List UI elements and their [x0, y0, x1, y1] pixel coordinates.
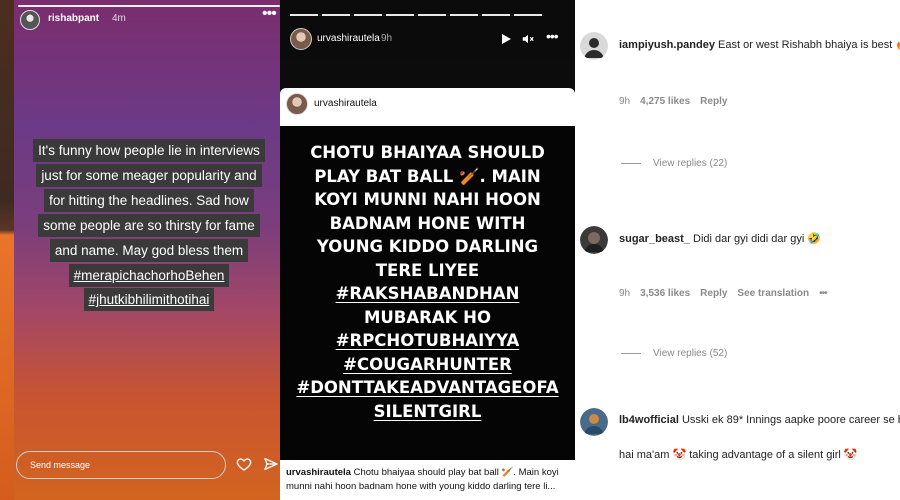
comment-meta: 9h 3,536 likes Reply See translation •••	[619, 288, 828, 299]
like-count[interactable]: 3,536 likes	[640, 288, 690, 299]
more-options-icon[interactable]: •••	[546, 29, 559, 43]
story-username[interactable]: rishabpant	[48, 13, 99, 24]
like-count[interactable]: 4,275 likes	[640, 96, 690, 107]
comment-body: East or west Rishabh bhaiya is best 🔥	[718, 39, 900, 51]
view-replies-label: View replies (22)	[653, 158, 728, 169]
view-replies-button[interactable]: View replies (22)	[621, 158, 727, 169]
post-hashtag[interactable]: #DONTTAKEADVANTAGEOFA	[280, 376, 575, 400]
view-replies-label: View replies (52)	[653, 348, 728, 359]
avatar	[286, 93, 308, 115]
story-line: just for some meager popularity and	[36, 164, 262, 187]
comment-text-continued: hai ma'am 🤡 taking advantage of a silent…	[619, 449, 858, 461]
comment-username[interactable]: lb4wofficial	[619, 414, 679, 426]
comment-text: sugar_beast_ Didi dar gyi didi dar gyi 🤣	[619, 232, 821, 245]
comment-text: lb4wofficial Usski ek 89* Innings aapke …	[619, 414, 900, 426]
play-icon[interactable]	[500, 33, 512, 45]
comment-time: 9h	[619, 96, 631, 107]
more-options-icon[interactable]: •••	[819, 288, 827, 299]
screenshot-collage: rishabpant 4m ••• It's funny how people …	[0, 0, 900, 500]
more-options-icon[interactable]: •••	[262, 6, 277, 22]
avatar[interactable]	[290, 28, 312, 50]
avatar[interactable]	[580, 408, 608, 436]
caption-username[interactable]: urvashirautela	[286, 467, 351, 478]
shared-post-card[interactable]: urvashirautela	[280, 88, 575, 126]
post-line: KOYI MUNNI NAHI HOON	[314, 190, 541, 209]
story-progress-bars	[290, 14, 542, 16]
story-line: for hitting the headlines. Sad how	[44, 189, 254, 212]
post-line: CHOTU BHAIYAA SHOULD	[310, 143, 545, 162]
post-hashtag[interactable]: #RPCHOTUBHAIYYA	[280, 329, 575, 353]
post-caption: urvashirautela Chotu bhaiyaa should play…	[280, 460, 575, 500]
comment-body: Usski ek 89* Innings aapke poore career …	[681, 414, 900, 426]
story-line: some people are so thirsty for fame	[38, 214, 260, 237]
caption-text: Chotu bhaiyaa should play bat ball 🏏. Ma…	[353, 467, 559, 478]
comment-text: iampiyush.pandey East or west Rishabh bh…	[619, 38, 900, 51]
story-text: It's funny how people lie in interviews …	[14, 138, 284, 311]
hashtag-link[interactable]: #merapichachorhoBehen	[68, 264, 230, 287]
post-hashtag[interactable]: #COUGARHUNTER	[280, 353, 575, 377]
post-line: TERE LIYEE	[375, 260, 480, 280]
story-line: It's funny how people lie in interviews	[33, 139, 265, 162]
send-icon[interactable]	[263, 456, 279, 472]
post-hashtag[interactable]: SILENTGIRL	[280, 400, 575, 424]
reply-button[interactable]: Reply	[700, 96, 727, 107]
card-username: urvashirautela	[314, 98, 377, 109]
story-username[interactable]: urvashirautela	[317, 33, 380, 44]
caption-text: munni nahi hoon badnam hone with young k…	[286, 481, 556, 492]
story-time: 9h	[381, 33, 393, 44]
background-strip	[0, 0, 14, 500]
post-line: YOUNG KIDDO DARLING	[316, 237, 539, 256]
avatar[interactable]	[20, 10, 40, 30]
story-header: urvashirautela 9h •••	[280, 0, 575, 60]
comments-panel: iampiyush.pandey East or west Rishabh bh…	[575, 0, 900, 500]
story-line: and name. May god bless them	[49, 239, 249, 262]
post-text: CHOTU BHAIYAA SHOULD PLAY BAT BALL 🏏. MA…	[280, 141, 575, 423]
comment-username[interactable]: sugar_beast_	[619, 233, 690, 245]
post-line: MUBARAK HO	[363, 307, 491, 327]
story-time: 4m	[112, 13, 126, 24]
view-replies-button[interactable]: View replies (52)	[621, 348, 727, 359]
speaker-muted-icon[interactable]	[521, 32, 535, 46]
avatar[interactable]	[580, 226, 608, 254]
post-hashtag[interactable]: #RAKSHABANDHAN	[280, 282, 575, 306]
comment-meta: 9h 4,275 likes Reply	[619, 96, 727, 107]
rishabh-story-panel: rishabpant 4m ••• It's funny how people …	[0, 0, 288, 500]
avatar[interactable]	[580, 32, 608, 60]
hashtag-link[interactable]: #jhutkibhilimithotihai	[83, 288, 215, 311]
heart-icon[interactable]	[236, 456, 252, 472]
comment-time: 9h	[619, 288, 631, 299]
see-translation-button[interactable]: See translation	[737, 288, 809, 299]
reply-button[interactable]: Reply	[700, 288, 727, 299]
story-progress-bar	[18, 5, 280, 7]
comment-username[interactable]: iampiyush.pandey	[619, 39, 715, 51]
post-line: BADNAM HONE WITH	[329, 213, 526, 233]
send-message-input[interactable]: Send message	[16, 451, 226, 479]
post-line: PLAY BAT BALL 🏏. MAIN	[314, 166, 541, 186]
urvashi-story-panel: urvashirautela 9h ••• urvashirautela CHO…	[280, 0, 575, 500]
comment-body: Didi dar gyi didi dar gyi 🤣	[693, 233, 822, 245]
